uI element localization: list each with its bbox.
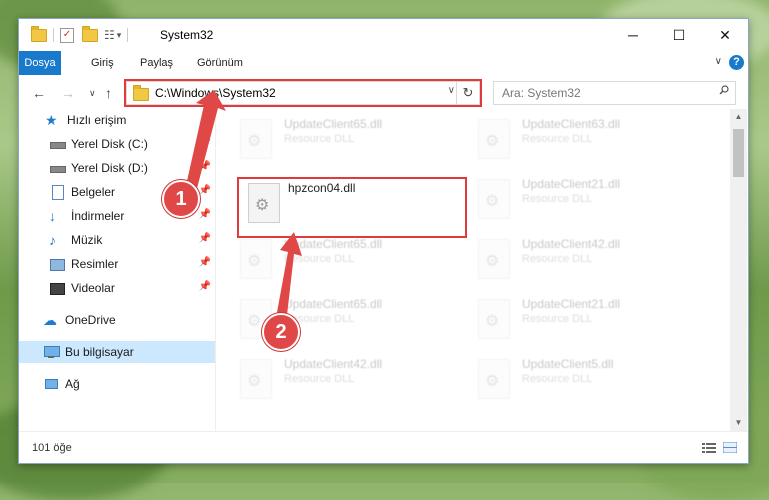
- step-2-badge: 2: [262, 313, 300, 351]
- step-1-badge: 1: [162, 180, 200, 218]
- annotation-arrows: [185, 90, 302, 324]
